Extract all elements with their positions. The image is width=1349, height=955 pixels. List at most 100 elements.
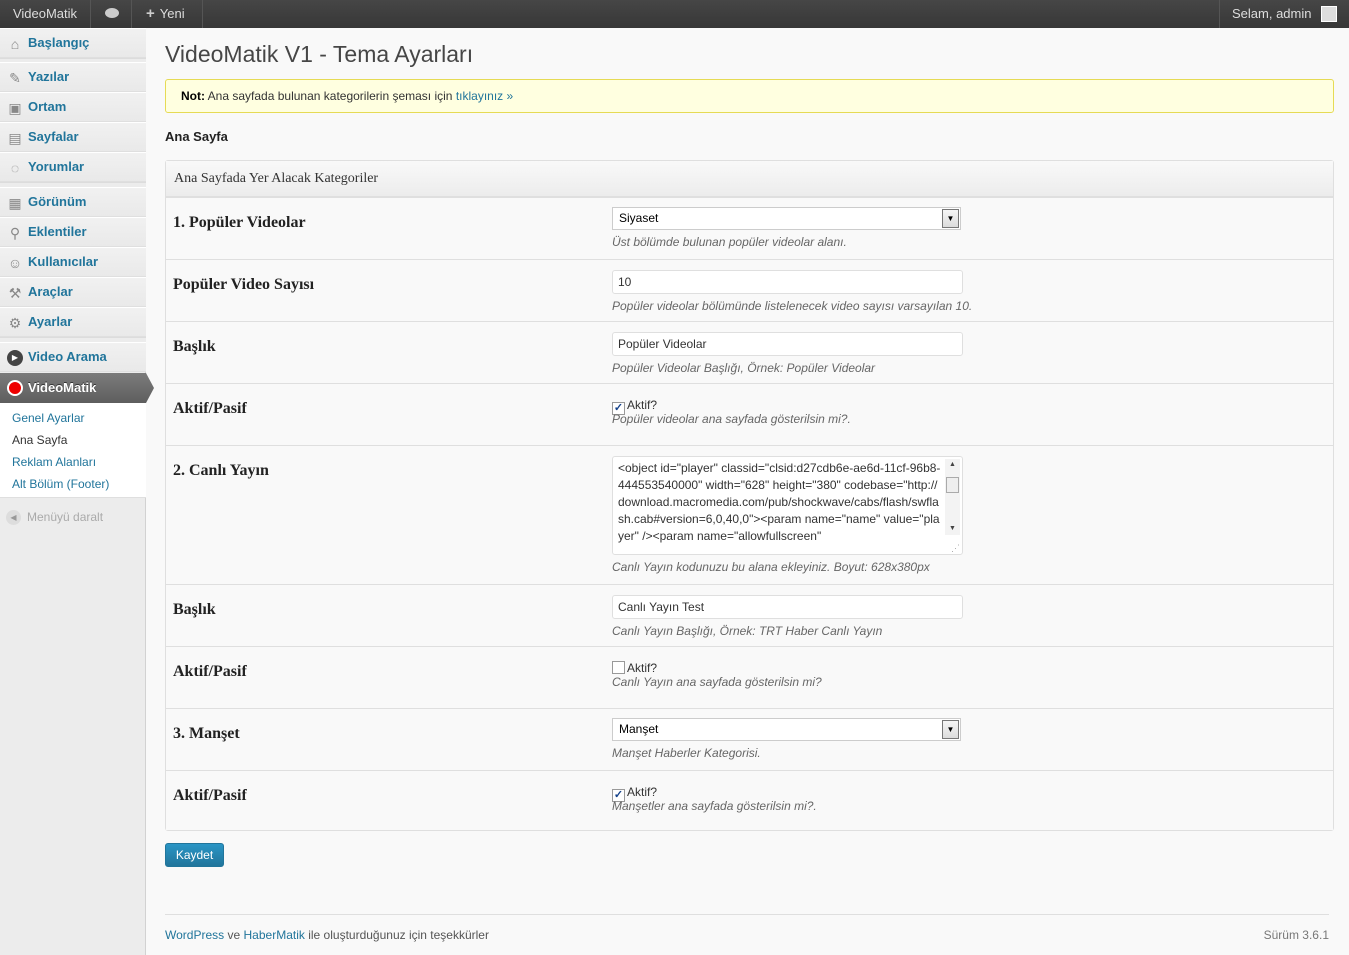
scroll-down-icon: ▼ <box>949 525 956 532</box>
site-name-link[interactable]: VideoMatik <box>0 0 91 28</box>
pages-icon: ▤ <box>8 130 22 146</box>
menu-item-plugins[interactable]: ⚲ Eklentiler <box>0 217 146 247</box>
menu-item-dashboard[interactable]: ⌂ Başlangıç <box>0 28 146 58</box>
resize-grip-icon[interactable]: ⋰ <box>951 543 960 553</box>
box-title: Ana Sayfada Yer Alacak Kategoriler <box>166 161 1333 197</box>
field-label: Başlık <box>173 338 216 355</box>
field-label: Aktif/Pasif <box>173 663 247 680</box>
footer-divider <box>165 914 1329 915</box>
menu-label: Kullanıcılar <box>28 254 99 269</box>
field-description: Popüler videolar bölümünde listelenecek … <box>612 299 973 313</box>
checkbox-label: Aktif? <box>627 398 658 412</box>
populer-sayi-input[interactable]: 10 <box>612 270 963 294</box>
field-label: Başlık <box>173 601 216 618</box>
home-icon: ⌂ <box>10 36 20 52</box>
new-label: Yeni <box>159 6 185 21</box>
menu-item-appearance[interactable]: ▦ Görünüm <box>0 187 146 217</box>
menu-label: Yorumlar <box>28 159 85 174</box>
save-button[interactable]: Kaydet <box>165 843 224 867</box>
chevron-down-icon: ▼ <box>942 720 959 739</box>
appearance-icon: ▦ <box>8 195 22 211</box>
menu-item-users[interactable]: ☺ Kullanıcılar <box>0 247 146 277</box>
section-title: Ana Sayfa <box>165 129 228 144</box>
submenu-ana-sayfa[interactable]: Ana Sayfa <box>12 433 67 447</box>
account-menu[interactable]: Selam, admin <box>1219 0 1349 28</box>
field-description: Popüler videolar ana sayfada gösterilsin… <box>612 412 851 426</box>
field-row: Aktif/Pasif Aktif? Canlı Yayın ana sayfa… <box>166 646 1333 708</box>
checkbox-label: Aktif? <box>627 785 658 799</box>
menu-item-comments[interactable]: ◌ Yorumlar <box>0 152 146 182</box>
menu-item-video-arama[interactable]: ▶ Video Arama <box>0 342 146 372</box>
field-label: Popüler Video Sayısı <box>173 276 315 293</box>
submenu-alt-bolum[interactable]: Alt Bölüm (Footer) <box>12 477 109 491</box>
textarea-value: <object id="player" classid="clsid:d27cd… <box>618 461 941 543</box>
field-description: Canlı Yayın Başlığı, Örnek: TRT Haber Ca… <box>612 624 883 638</box>
field-row: 3. Manşet Manşet ▼ Manşet Haberler Kateg… <box>166 708 1333 770</box>
notice-link[interactable]: tıklayınız » <box>456 89 513 103</box>
field-row: Başlık Popüler Videolar Popüler Videolar… <box>166 321 1333 383</box>
habermatik-link[interactable]: HaberMatik <box>244 928 305 942</box>
field-description: Canlı Yayın kodunuzu bu alana ekleyiniz.… <box>612 560 930 574</box>
menu-item-videomatik[interactable]: VideoMatik <box>0 373 154 403</box>
users-icon: ☺ <box>7 255 23 271</box>
notice-text: Ana sayfada bulunan kategorilerin şeması… <box>207 89 453 103</box>
field-row: Popüler Video Sayısı 10 Popüler videolar… <box>166 259 1333 321</box>
menu-label: Eklentiler <box>28 224 87 239</box>
collapse-arrow-icon: ◀ <box>6 510 21 526</box>
textarea-scrollbar[interactable]: ▲ ▼ <box>945 459 960 535</box>
field-description: Canlı Yayın ana sayfada gösterilsin mi? <box>612 675 822 689</box>
submenu-reklam-alanlari[interactable]: Reklam Alanları <box>12 455 96 469</box>
submenu-genel-ayarlar[interactable]: Genel Ayarlar <box>12 411 85 425</box>
populer-videolar-select[interactable]: Siyaset ▼ <box>612 207 961 230</box>
media-icon: ▣ <box>8 100 22 116</box>
footer-credits: WordPress ve HaberMatik ile oluşturduğun… <box>165 928 489 942</box>
populer-baslik-input[interactable]: Popüler Videolar <box>612 332 963 356</box>
scroll-thumb[interactable] <box>946 477 959 493</box>
tools-icon: ⚒ <box>8 285 22 301</box>
menu-label: Sayfalar <box>28 129 79 144</box>
menu-label: Video Arama <box>28 349 107 364</box>
chevron-down-icon: ▼ <box>942 209 959 228</box>
field-description: Üst bölümde bulunan popüler videolar ala… <box>612 235 847 249</box>
canli-baslik-input[interactable]: Canlı Yayın Test <box>612 595 963 619</box>
comment-bubble-icon <box>105 8 119 18</box>
greeting-label: Selam, admin <box>1232 6 1312 21</box>
notice-box: Not: Ana sayfada bulunan kategorilerin ş… <box>165 79 1334 113</box>
comments-link[interactable] <box>92 0 132 28</box>
new-content-button[interactable]: + Yeni <box>133 0 203 28</box>
scroll-up-icon: ▲ <box>949 461 956 468</box>
menu-item-pages[interactable]: ▤ Sayfalar <box>0 122 146 152</box>
select-value: Siyaset <box>619 211 659 225</box>
pin-icon: ✎ <box>9 70 21 86</box>
footer-and: ve <box>227 928 241 942</box>
manset-select[interactable]: Manşet ▼ <box>612 718 961 741</box>
menu-item-media[interactable]: ▣ Ortam <box>0 92 146 122</box>
menu-label: Yazılar <box>28 69 70 84</box>
menu-label: Ayarlar <box>28 314 73 329</box>
menu-item-tools[interactable]: ⚒ Araçlar <box>0 277 146 307</box>
menu-label: Araçlar <box>28 284 73 299</box>
avatar <box>1321 6 1337 22</box>
notice-bold: Not: <box>181 89 205 103</box>
collapse-label: Menüyü daralt <box>27 510 104 524</box>
menu-item-settings[interactable]: ⚙ Ayarlar <box>0 307 146 337</box>
menu-item-posts[interactable]: ✎ Yazılar <box>0 62 146 92</box>
canli-yayin-textarea[interactable]: <object id="player" classid="clsid:d27cd… <box>612 456 963 555</box>
canli-aktif-checkbox[interactable] <box>612 661 625 674</box>
field-label: 1. Popüler Videolar <box>173 214 306 231</box>
checkbox-label: Aktif? <box>627 661 658 675</box>
field-description: Manşet Haberler Kategorisi. <box>612 746 761 760</box>
field-description: Manşetler ana sayfada gösterilsin mi?. <box>612 799 817 813</box>
wordpress-link[interactable]: WordPress <box>165 928 224 942</box>
menu-label: VideoMatik <box>28 380 97 395</box>
record-icon <box>7 380 23 396</box>
field-label: Aktif/Pasif <box>173 787 247 804</box>
settings-box: Ana Sayfada Yer Alacak Kategoriler 1. Po… <box>165 160 1334 831</box>
collapse-menu-button[interactable]: ◀ Menüyü daralt <box>6 510 104 526</box>
plugins-icon: ⚲ <box>9 225 21 241</box>
field-label: Aktif/Pasif <box>173 400 247 417</box>
field-description: Popüler Videolar Başlığı, Örnek: Popüler… <box>612 361 876 375</box>
select-value: Manşet <box>619 722 659 736</box>
field-label: 3. Manşet <box>173 725 240 742</box>
play-icon: ▶ <box>7 350 23 366</box>
